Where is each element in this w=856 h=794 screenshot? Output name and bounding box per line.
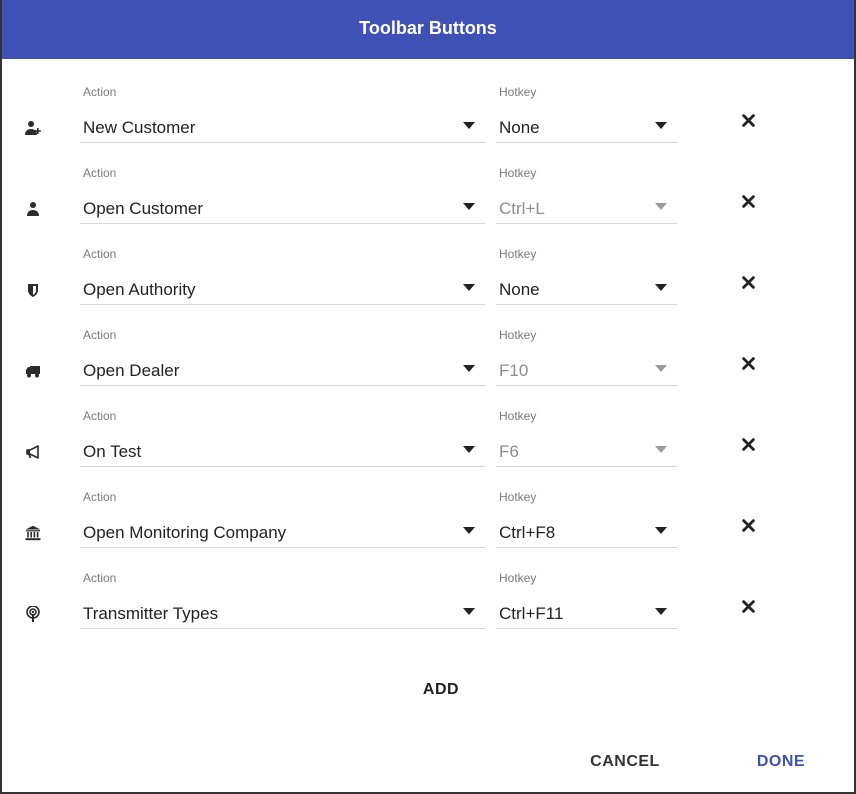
hotkey-value: Ctrl+F8 — [499, 523, 556, 542]
hotkey-value: Ctrl+F11 — [499, 604, 564, 623]
action-value: Open Customer — [83, 199, 203, 218]
action-label: Action — [83, 166, 117, 180]
action-label: Action — [83, 490, 117, 504]
hotkey-label: Hotkey — [499, 571, 537, 585]
close-icon — [741, 599, 755, 613]
hotkey-select[interactable]: Ctrl+L — [496, 186, 677, 224]
action-label: Action — [83, 247, 117, 261]
action-value: Open Authority — [83, 280, 196, 299]
megaphone-icon — [24, 443, 42, 461]
dropdown-arrow-icon — [655, 365, 667, 372]
add-button[interactable]: ADD — [402, 674, 480, 706]
hotkey-label: Hotkey — [499, 247, 537, 261]
hotkey-select[interactable]: Ctrl+F11 — [496, 591, 677, 629]
action-value: Transmitter Types — [83, 604, 219, 623]
hotkey-value: None — [499, 280, 540, 299]
hotkey-label: Hotkey — [499, 85, 537, 99]
remove-row-button[interactable] — [739, 516, 757, 534]
user-plus-icon — [24, 119, 42, 137]
close-icon — [741, 113, 755, 127]
dropdown-arrow-icon — [463, 527, 475, 534]
toolbar-buttons-dialog: Toolbar Buttons Action New Customer Hotk… — [0, 0, 856, 794]
bank-icon — [24, 524, 42, 542]
action-select[interactable]: New Customer — [80, 105, 485, 143]
transmitter-icon — [24, 605, 42, 623]
hotkey-select[interactable]: F10 — [496, 348, 677, 386]
close-icon — [741, 194, 755, 208]
close-icon — [741, 356, 755, 370]
action-select[interactable]: Open Authority — [80, 267, 485, 305]
action-label: Action — [83, 85, 117, 99]
action-value: Open Dealer — [83, 361, 180, 380]
toolbar-button-row: Action Open Dealer Hotkey F10 — [2, 328, 854, 410]
dropdown-arrow-icon — [655, 527, 667, 534]
remove-row-button[interactable] — [739, 435, 757, 453]
close-icon — [741, 437, 755, 451]
dropdown-arrow-icon — [463, 365, 475, 372]
hotkey-select[interactable]: None — [496, 105, 677, 143]
hotkey-label: Hotkey — [499, 409, 537, 423]
toolbar-button-row: Action Transmitter Types Hotkey Ctrl+F11 — [2, 571, 854, 653]
dropdown-arrow-icon — [463, 608, 475, 615]
dropdown-arrow-icon — [655, 203, 667, 210]
action-value: On Test — [83, 442, 142, 461]
dropdown-arrow-icon — [655, 284, 667, 291]
truck-icon — [24, 362, 42, 380]
toolbar-button-row: Action Open Customer Hotkey Ctrl+L — [2, 166, 854, 248]
dropdown-arrow-icon — [655, 608, 667, 615]
dropdown-arrow-icon — [655, 446, 667, 453]
user-icon — [24, 200, 42, 218]
hotkey-value: None — [499, 118, 540, 137]
hotkey-select[interactable]: F6 — [496, 429, 677, 467]
action-select[interactable]: Transmitter Types — [80, 591, 485, 629]
remove-row-button[interactable] — [739, 597, 757, 615]
action-label: Action — [83, 328, 117, 342]
cancel-button[interactable]: CANCEL — [572, 745, 678, 779]
action-select[interactable]: Open Customer — [80, 186, 485, 224]
dropdown-arrow-icon — [463, 122, 475, 129]
action-select[interactable]: On Test — [80, 429, 485, 467]
hotkey-label: Hotkey — [499, 166, 537, 180]
action-select[interactable]: Open Dealer — [80, 348, 485, 386]
hotkey-select[interactable]: Ctrl+F8 — [496, 510, 677, 548]
dropdown-arrow-icon — [463, 284, 475, 291]
remove-row-button[interactable] — [739, 354, 757, 372]
toolbar-button-row: Action Open Monitoring Company Hotkey Ct… — [2, 490, 854, 572]
close-icon — [741, 275, 755, 289]
action-label: Action — [83, 571, 117, 585]
remove-row-button[interactable] — [739, 192, 757, 210]
remove-row-button[interactable] — [739, 111, 757, 129]
hotkey-value: F6 — [499, 442, 519, 461]
action-select[interactable]: Open Monitoring Company — [80, 510, 485, 548]
done-button[interactable]: DONE — [738, 745, 824, 779]
action-value: Open Monitoring Company — [83, 523, 287, 542]
remove-row-button[interactable] — [739, 273, 757, 291]
hotkey-label: Hotkey — [499, 490, 537, 504]
hotkey-select[interactable]: None — [496, 267, 677, 305]
toolbar-button-row: Action Open Authority Hotkey None — [2, 247, 854, 329]
hotkey-label: Hotkey — [499, 328, 537, 342]
action-value: New Customer — [83, 118, 196, 137]
hotkey-value: Ctrl+L — [499, 199, 545, 218]
dialog-title: Toolbar Buttons — [2, 0, 854, 59]
close-icon — [741, 518, 755, 532]
dropdown-arrow-icon — [655, 122, 667, 129]
toolbar-button-row: Action New Customer Hotkey None — [2, 85, 854, 167]
shield-icon — [24, 281, 42, 299]
hotkey-value: F10 — [499, 361, 529, 380]
dropdown-arrow-icon — [463, 203, 475, 210]
toolbar-button-row: Action On Test Hotkey F6 — [2, 409, 854, 491]
action-label: Action — [83, 409, 117, 423]
dropdown-arrow-icon — [463, 446, 475, 453]
